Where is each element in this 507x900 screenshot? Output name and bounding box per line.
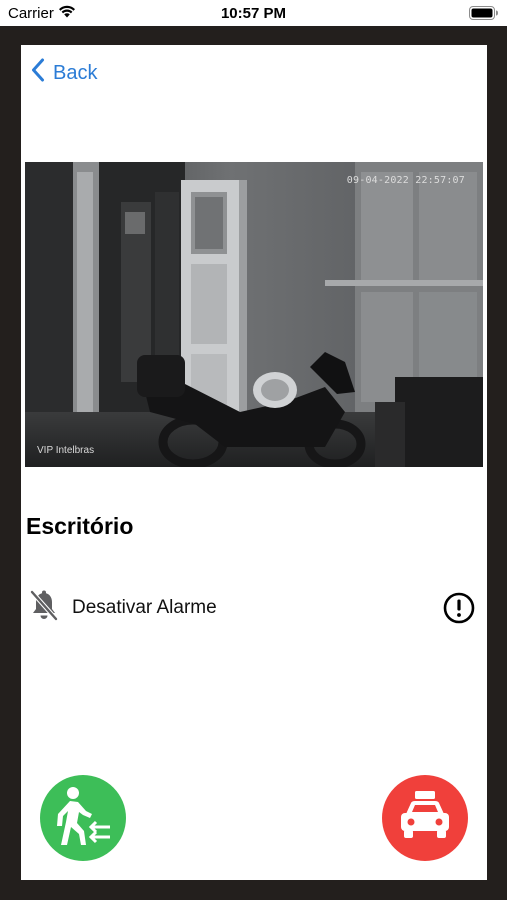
alarm-toggle-row[interactable]: Desativar Alarme (29, 589, 475, 629)
status-bar: Carrier 10:57 PM (0, 0, 507, 26)
walking-exit-icon (48, 781, 118, 856)
exit-button[interactable] (40, 775, 126, 861)
chevron-left-icon (31, 58, 45, 88)
status-time: 10:57 PM (220, 5, 287, 22)
content-card: Back 09-04-2022 22:57:07 VIP Intelbras E… (21, 45, 487, 880)
camera-feed[interactable]: 09-04-2022 22:57:07 VIP Intelbras (25, 162, 483, 467)
camera-watermark: VIP Intelbras (37, 445, 95, 456)
alarm-label: Desativar Alarme (72, 597, 217, 618)
room-title: Escritório (26, 513, 134, 539)
camera-frame-image (25, 162, 483, 467)
back-label: Back (53, 61, 98, 84)
battery-icon (469, 6, 499, 20)
exclamation-circle-icon[interactable] (443, 592, 475, 629)
bell-off-icon (29, 589, 59, 627)
camera-timestamp: 09-04-2022 22:57:07 (346, 175, 465, 186)
back-button[interactable]: Back (31, 58, 98, 88)
taxi-icon (392, 783, 458, 854)
taxi-button[interactable] (382, 775, 468, 861)
